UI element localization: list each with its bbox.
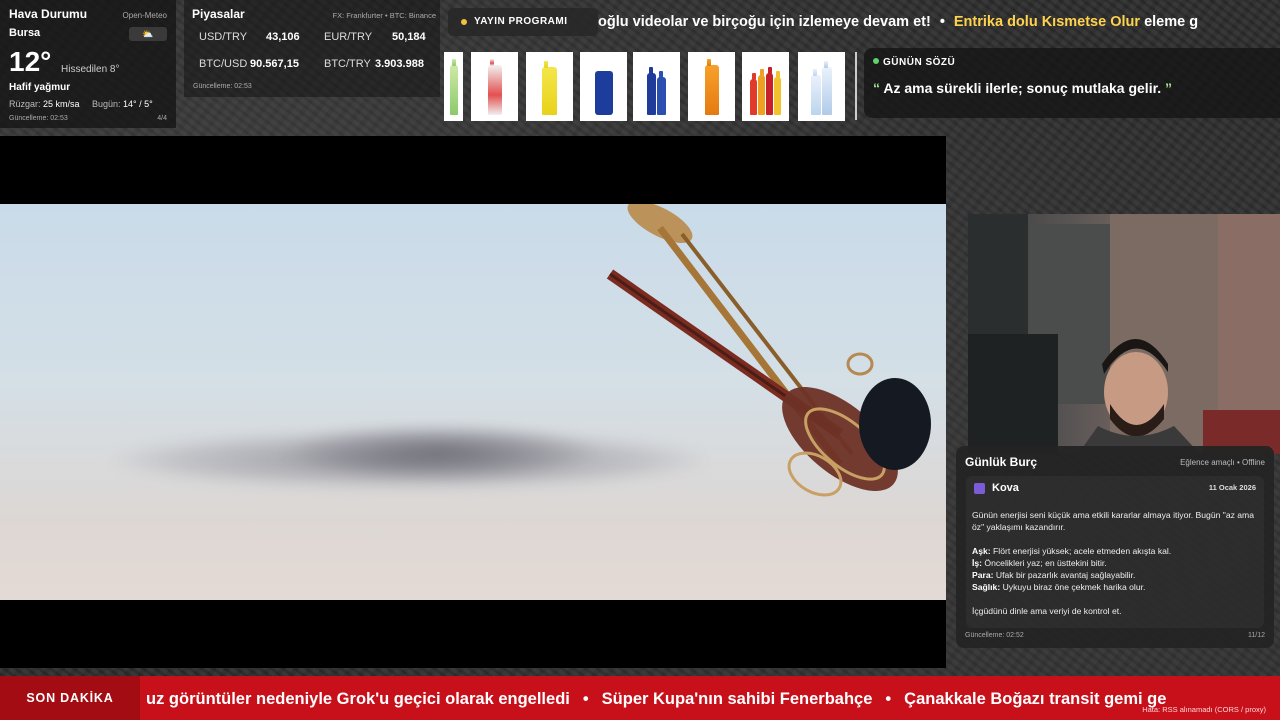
breaking-item: Süper Kupa'nın sahibi Fenerbahçe <box>601 690 873 708</box>
flying-instruments-image <box>606 204 931 497</box>
quote-heading-text: GÜNÜN SÖZÜ <box>883 57 956 68</box>
product-card <box>742 52 789 121</box>
weather-wind: Rüzgar: 25 km/sa <box>9 99 80 109</box>
top-ticker: oğlu videolar ve birçoğu için izlemeye d… <box>598 8 1280 36</box>
ticker-text: oğlu videolar ve birçoğu için izlemeye d… <box>598 14 931 30</box>
weather-source: Open-Meteo <box>122 11 167 20</box>
breaking-separator: • <box>885 690 892 708</box>
market-label: USD/TRY <box>199 31 248 43</box>
horoscope-money: Para: Ufak bir pazarlık avantaj sağlayab… <box>972 570 1136 580</box>
webcam-person-image <box>968 214 1280 454</box>
markets-source: FX: Frankfurter • BTC: Binance <box>332 11 437 20</box>
ticker-text: eleme g <box>1144 14 1199 30</box>
cloud-shape <box>280 422 600 482</box>
product-card <box>580 52 627 121</box>
market-row: USD/TRY 43,106 <box>199 31 309 43</box>
horoscope-meta: Eğlence amaçlı • Offline <box>1180 458 1265 467</box>
markets-widget: Piyasalar FX: Frankfurter • BTC: Binance… <box>184 0 440 97</box>
wind-value: 25 km/sa <box>43 99 80 109</box>
weather-condition: Hafif yağmur <box>9 82 71 93</box>
horoscope-body: Günün enerjisi seni küçük ama etkili kar… <box>972 509 1256 617</box>
video-player[interactable] <box>0 136 946 668</box>
market-row: BTC/USD 90.567,15 <box>199 58 319 70</box>
aquarius-icon <box>974 483 985 494</box>
breaking-item: uz görüntüler nedeniyle Grok'u geçici ol… <box>146 690 570 708</box>
partly-cloudy-icon: ⛅ <box>129 27 167 41</box>
ticker-separator: • <box>939 14 945 30</box>
breaking-separator: • <box>582 690 589 708</box>
wind-label: Rüzgar: <box>9 99 41 109</box>
product-strip <box>444 52 856 121</box>
video-frame <box>0 204 946 600</box>
market-label: BTC/TRY <box>324 58 371 70</box>
product-card <box>526 52 573 121</box>
divider <box>855 52 857 120</box>
breaking-error: Hata: RSS alınamadı (CORS / proxy) <box>1142 705 1266 714</box>
horoscope-widget: Günlük Burç Eğlence amaçlı • Offline Kov… <box>956 446 1274 648</box>
weather-updated: Güncelleme: 02:53 <box>9 115 68 122</box>
quote-body: Az ama sürekli ilerle; sonuç mutlaka gel… <box>883 80 1162 96</box>
quote-widget: GÜNÜN SÖZÜ “ Az ama sürekli ilerle; sonu… <box>864 48 1280 118</box>
product-card <box>798 52 845 121</box>
weather-today: Bugün: 14° / 5° <box>92 99 153 109</box>
quote-open-mark: “ <box>873 80 880 96</box>
horoscope-love: Aşk: Flört enerjisi yüksek; acele etmede… <box>972 546 1172 556</box>
breaking-news-bar: SON DAKİKA uz görüntüler nedeniyle Grok'… <box>0 676 1280 720</box>
today-value: 14° / 5° <box>123 99 153 109</box>
markets-updated: Güncelleme: 02:53 <box>193 83 252 90</box>
breaking-item: Çanakkale Boğazı transit gemi ge <box>904 690 1167 708</box>
horoscope-sign: Kova <box>992 482 1019 494</box>
product-card <box>471 52 518 121</box>
horoscope-health: Sağlık: Uykuyu biraz öne çekmek harika o… <box>972 582 1146 592</box>
schedule-label: YAYIN PROGRAMI <box>474 16 568 27</box>
breaking-label: SON DAKİKA <box>0 676 140 720</box>
weather-widget: Hava Durumu Open-Meteo Bursa ⛅ 12° Hisse… <box>0 0 176 128</box>
market-value: 3.903.988 <box>375 58 424 70</box>
market-value: 43,106 <box>266 31 300 43</box>
market-row: EUR/TRY 50,184 <box>324 31 434 43</box>
market-value: 90.567,15 <box>250 58 299 70</box>
weather-page-indicator: 4/4 <box>157 115 167 122</box>
schedule-dot <box>461 19 467 25</box>
horoscope-date: 11 Ocak 2026 <box>1208 483 1256 492</box>
webcam-feed <box>968 214 1280 454</box>
quote-text: “ Az ama sürekli ilerle; sonuç mutlaka g… <box>873 80 1271 96</box>
horoscope-updated: Güncelleme: 02:52 <box>965 632 1024 639</box>
horoscope-card: Kova 11 Ocak 2026 Günün enerjisi seni kü… <box>966 476 1264 628</box>
schedule-button[interactable]: YAYIN PROGRAMI <box>448 8 598 36</box>
market-label: BTC/USD <box>199 58 248 70</box>
ticker-highlight: Entrika dolu Kısmetse Olur <box>953 14 1141 30</box>
product-card <box>633 52 680 121</box>
product-card <box>444 52 463 121</box>
market-label: EUR/TRY <box>324 31 373 43</box>
market-row: BTC/TRY 3.903.988 <box>324 58 436 70</box>
market-value: 50,184 <box>392 31 426 43</box>
product-card <box>688 52 735 121</box>
breaking-stream: uz görüntüler nedeniyle Grok'u geçici ol… <box>146 676 1166 720</box>
quote-heading: GÜNÜN SÖZÜ <box>873 57 1271 68</box>
horoscope-page-indicator: 11/12 <box>1248 632 1265 639</box>
horoscope-advice: İçgüdünü dinle ama veriyi de kontrol et. <box>972 606 1122 616</box>
today-label: Bugün: <box>92 99 121 109</box>
status-dot-icon <box>873 58 879 64</box>
quote-close-mark: ” <box>1165 80 1173 96</box>
weather-temperature: 12° <box>9 46 52 77</box>
weather-feels-like: Hissedilen 8° <box>61 64 120 75</box>
horoscope-intro: Günün enerjisi seni küçük ama etkili kar… <box>972 510 1254 532</box>
horoscope-work: İş: Öncelikleri yaz; en üsttekini bitir. <box>972 558 1107 568</box>
